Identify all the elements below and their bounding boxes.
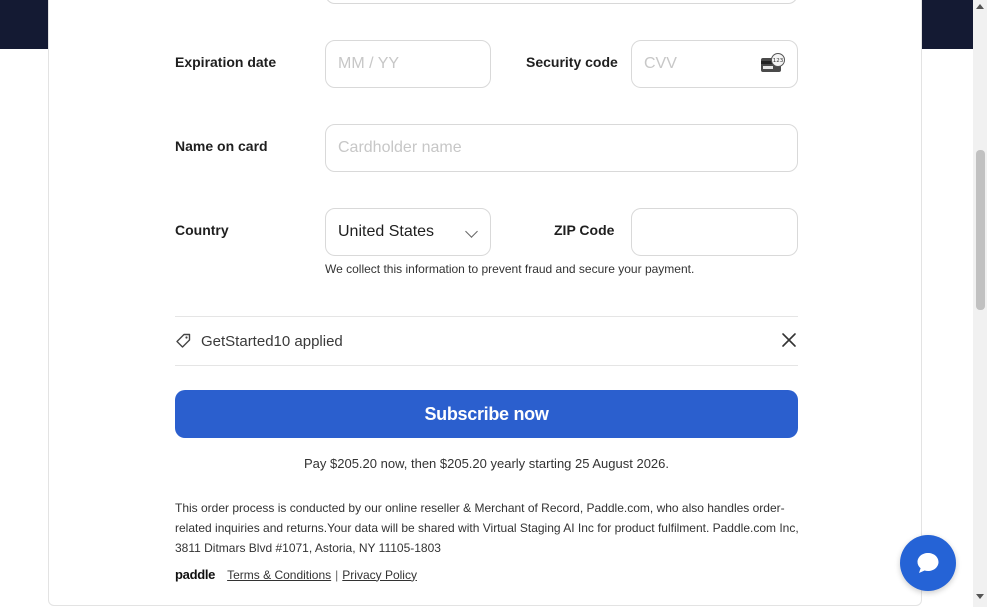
scroll-down-icon[interactable] [976,594,984,599]
country-select[interactable]: United States [325,208,491,256]
page-header-band-right [922,0,973,49]
footer-separator: | [335,567,339,582]
country-value: United States [338,223,435,240]
paddle-logo: paddle [175,567,216,582]
zip-code-label: ZIP Code [554,222,615,238]
payment-summary: Pay $205.20 now, then $205.20 yearly sta… [304,456,669,471]
coupon-row: GetStarted10 applied [175,317,798,365]
cardholder-name-placeholder: Cardholder name [338,139,462,156]
chat-bubble-icon [917,553,939,573]
divider-bottom [175,365,798,366]
security-code-input[interactable]: CVV 123 [631,40,798,88]
chat-button[interactable] [900,535,956,591]
card-number-input[interactable] [325,0,798,4]
page-header-band-left [0,0,49,49]
svg-text:123: 123 [773,58,784,64]
card-cvv-icon: 123 [761,53,785,72]
scrollbar[interactable] [973,0,987,607]
legal-text: This order process is conducted by our o… [175,501,799,555]
expiration-placeholder: MM / YY [338,55,400,72]
expiration-label: Expiration date [175,54,277,70]
zip-code-input[interactable] [631,208,798,256]
country-label: Country [175,222,229,238]
cardholder-name-input[interactable]: Cardholder name [325,124,798,172]
subscribe-button[interactable]: Subscribe now [175,390,798,438]
expiration-input[interactable]: MM / YY [325,40,491,88]
scroll-thumb[interactable] [976,150,985,310]
privacy-link[interactable]: Privacy Policy [342,568,417,582]
cvv-placeholder: CVV [644,55,677,72]
scroll-up-icon[interactable] [976,4,984,9]
tag-icon [176,333,191,348]
coupon-applied-text: GetStarted10 applied [201,332,343,350]
footer: paddle Terms & Conditions | Privacy Poli… [175,567,417,582]
terms-link[interactable]: Terms & Conditions [227,568,331,582]
close-icon[interactable] [780,331,798,349]
chevron-down-icon [465,225,478,238]
security-code-label: Security code [526,54,618,70]
fraud-note: We collect this information to prevent f… [325,262,695,276]
name-on-card-label: Name on card [175,138,268,154]
